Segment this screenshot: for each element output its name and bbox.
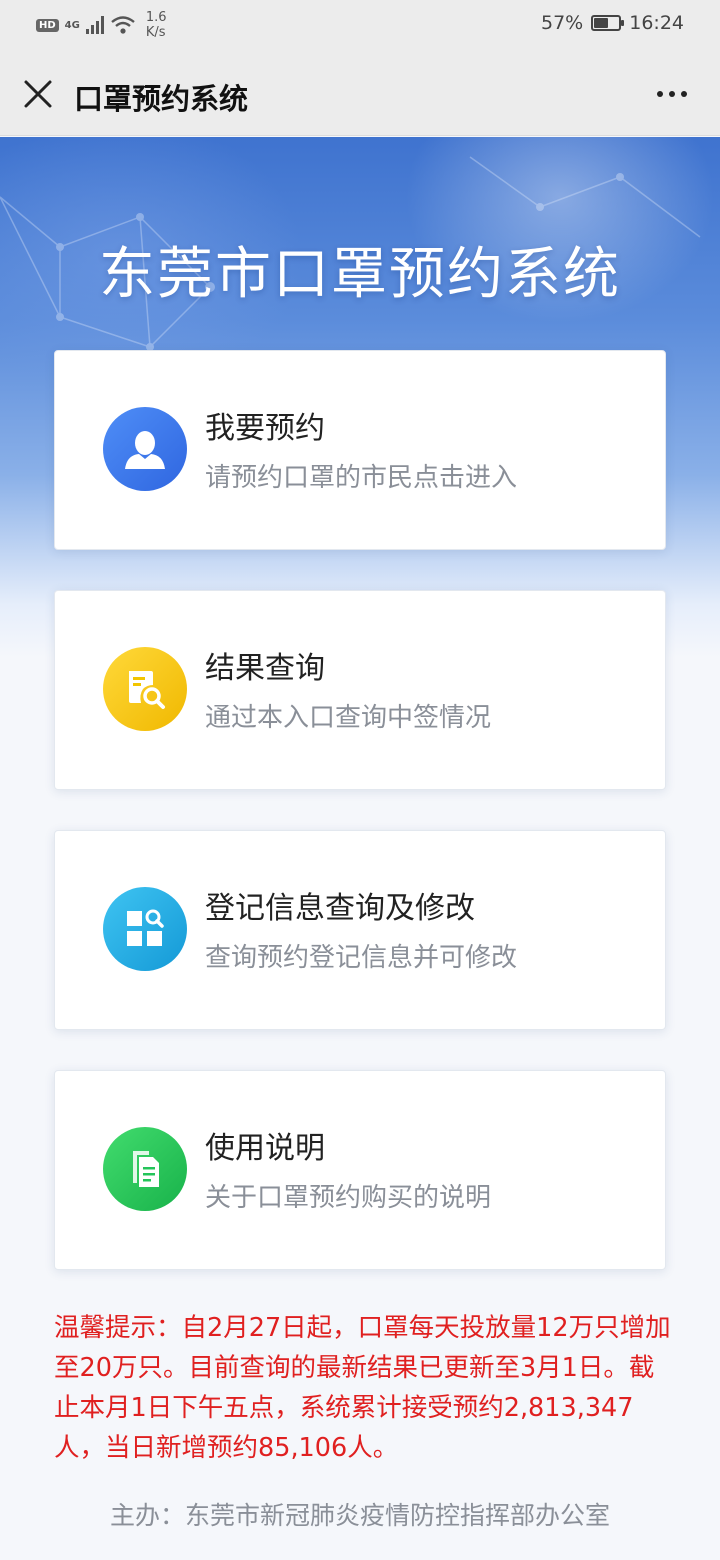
user-icon [103, 407, 187, 491]
card-subtitle: 关于口罩预约购买的说明 [205, 1183, 492, 1213]
status-right: 57% 16:24 [541, 12, 684, 34]
card-title: 我要预约 [205, 411, 325, 446]
card-result-query[interactable]: 结果查询 通过本入口查询中签情况 [54, 590, 666, 790]
title-bar: 口罩预约系统 [0, 52, 720, 136]
card-title: 结果查询 [205, 651, 325, 686]
card-instructions[interactable]: 使用说明 关于口罩预约购买的说明 [54, 1070, 666, 1270]
hd-badge: HD [36, 18, 59, 32]
speed-value: 1.6 [145, 10, 167, 25]
signal-icon [85, 16, 104, 34]
card-title: 使用说明 [205, 1131, 325, 1166]
page-title: 口罩预约系统 [74, 82, 249, 116]
card-make-reservation[interactable]: 我要预约 请预约口罩的市民点击进入 [54, 350, 666, 550]
notice-text: 温馨提示：自2月27日起，口罩每天投放量12万只增加至20万只。目前查询的最新结… [54, 1313, 671, 1463]
footer-organizer: 主办：东莞市新冠肺炎疫情防控指挥部办公室 [109, 1501, 610, 1530]
documents-icon [103, 1127, 187, 1211]
hero-title: 东莞市口罩预约系统 [99, 242, 621, 307]
speed-unit: K/s [145, 25, 166, 40]
network-type: 4G [64, 19, 80, 31]
status-left: HD 4G 1.6 K/s [36, 10, 167, 40]
card-registration-edit[interactable]: 登记信息查询及修改 查询预约登记信息并可修改 [54, 830, 666, 1030]
close-icon[interactable] [18, 74, 58, 114]
wifi-icon [111, 16, 135, 34]
card-subtitle: 通过本入口查询中签情况 [205, 703, 492, 733]
battery-percent: 57% [541, 12, 584, 34]
card-title: 登记信息查询及修改 [205, 891, 475, 926]
card-subtitle: 请预约口罩的市民点击进入 [205, 463, 518, 493]
card-subtitle: 查询预约登记信息并可修改 [205, 943, 518, 973]
battery-icon [591, 15, 625, 31]
network-speed: 1.6 K/s [146, 10, 167, 40]
document-search-icon [103, 647, 187, 731]
grid-search-icon [103, 887, 187, 971]
more-icon[interactable] [650, 80, 694, 108]
battery-fill [594, 18, 608, 28]
status-bar: HD 4G 1.6 K/s 57% 16:24 [0, 0, 720, 52]
clock: 16:24 [629, 12, 684, 34]
